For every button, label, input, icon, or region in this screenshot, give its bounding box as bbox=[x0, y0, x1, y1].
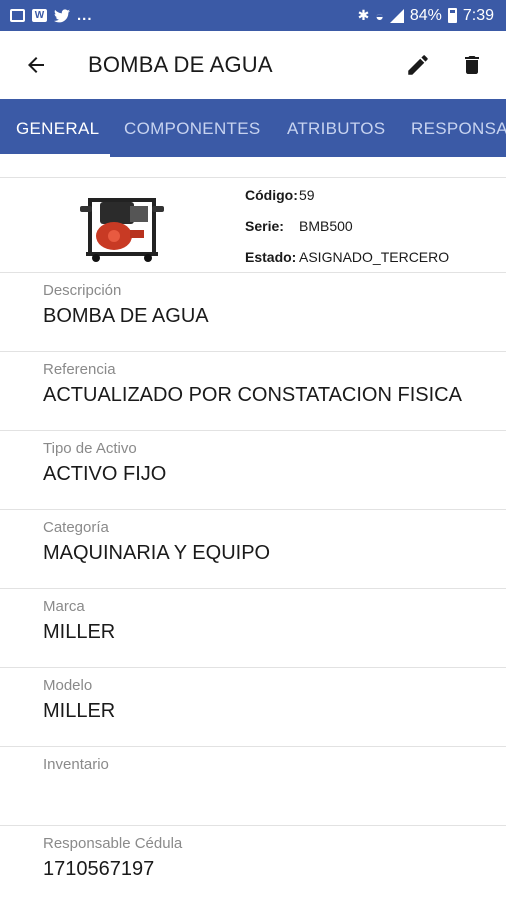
field-value: MILLER bbox=[43, 621, 116, 643]
notification-icons: W ... bbox=[10, 7, 93, 24]
bluetooth-icon: ✱ bbox=[357, 7, 370, 23]
field-value: MAQUINARIA Y EQUIPO bbox=[43, 542, 271, 564]
w-app-notification-icon: W bbox=[32, 9, 47, 22]
tab-componentes[interactable]: COMPONENTES bbox=[124, 99, 260, 157]
field-label: Inventario bbox=[43, 756, 109, 773]
battery-icon bbox=[447, 8, 457, 23]
field-label: Modelo bbox=[43, 677, 93, 694]
back-button[interactable] bbox=[20, 49, 52, 81]
estado-row: Estado: ASIGNADO_TERCERO bbox=[245, 249, 449, 265]
tab-responsable[interactable]: RESPONSA bbox=[411, 99, 506, 157]
field-value: BOMBA DE AGUA bbox=[43, 305, 209, 327]
field-value: ACTIVO FIJO bbox=[43, 463, 167, 485]
field-modelo: Modelo MILLER bbox=[0, 668, 506, 747]
field-value: MILLER bbox=[43, 700, 116, 722]
twitter-notification-icon bbox=[54, 8, 70, 22]
tab-bar: GENERAL COMPONENTES ATRIBUTOS RESPONSA bbox=[0, 99, 506, 157]
image-notification-icon bbox=[10, 9, 25, 22]
estado-label: Estado: bbox=[245, 249, 297, 265]
serie-value: BMB500 bbox=[299, 218, 353, 234]
trash-icon bbox=[465, 56, 479, 74]
codigo-row: Código: 59 bbox=[245, 187, 315, 203]
more-notifications-indicator: ... bbox=[77, 7, 93, 24]
field-label: Referencia bbox=[43, 361, 116, 378]
page-title: BOMBA DE AGUA bbox=[88, 52, 273, 77]
asset-summary: Código: 59 Serie: BMB500 Estado: ASIGNADO_T… bbox=[0, 177, 506, 273]
codigo-value: 59 bbox=[299, 187, 315, 203]
estado-value: ASIGNADO_TERCERO bbox=[299, 249, 450, 265]
status-bar: W ... ✱ ◒ 84% 7:39 bbox=[0, 0, 506, 31]
system-status: ✱ ◒ 84% 7:39 bbox=[358, 7, 494, 25]
arrow-back-icon bbox=[28, 57, 44, 73]
tab-atributos[interactable]: ATRIBUTOS bbox=[287, 99, 385, 157]
signal-icon bbox=[389, 8, 404, 23]
field-tipo-de-activo: Tipo de Activo ACTIVO FIJO bbox=[0, 431, 506, 510]
field-value: ACTUALIZADO POR CONSTATACION FISICA bbox=[43, 384, 462, 406]
serie-row: Serie: BMB500 bbox=[245, 218, 353, 234]
field-responsable-cedula: Responsable Cédula 1710567197 bbox=[0, 826, 506, 900]
active-tab-indicator bbox=[0, 154, 110, 157]
field-categoria: Categoría MAQUINARIA Y EQUIPO bbox=[0, 510, 506, 589]
battery-percent: 84% bbox=[409, 6, 442, 24]
field-label: Marca bbox=[43, 598, 85, 615]
tab-general[interactable]: GENERAL bbox=[16, 99, 99, 157]
field-label: Categoría bbox=[43, 519, 109, 536]
serie-label: Serie: bbox=[245, 218, 284, 234]
edit-button[interactable] bbox=[398, 45, 438, 85]
field-descripcion: Descripción BOMBA DE AGUA bbox=[0, 273, 506, 352]
app-bar: BOMBA DE AGUA bbox=[0, 31, 506, 99]
field-value: 1710567197 bbox=[43, 858, 155, 880]
delete-button[interactable] bbox=[452, 45, 492, 85]
clock: 7:39 bbox=[462, 6, 494, 24]
pencil-icon bbox=[408, 55, 428, 75]
field-label: Responsable Cédula bbox=[43, 835, 183, 852]
field-referencia: Referencia ACTUALIZADO POR CONSTATACION … bbox=[0, 352, 506, 431]
field-label: Descripción bbox=[43, 282, 122, 299]
codigo-label: Código: bbox=[245, 187, 298, 203]
field-label: Tipo de Activo bbox=[43, 440, 137, 457]
wifi-icon: ◒ bbox=[375, 7, 384, 24]
field-inventario: Inventario bbox=[0, 747, 506, 826]
field-marca: Marca MILLER bbox=[0, 589, 506, 668]
water-pump-image bbox=[80, 198, 164, 262]
